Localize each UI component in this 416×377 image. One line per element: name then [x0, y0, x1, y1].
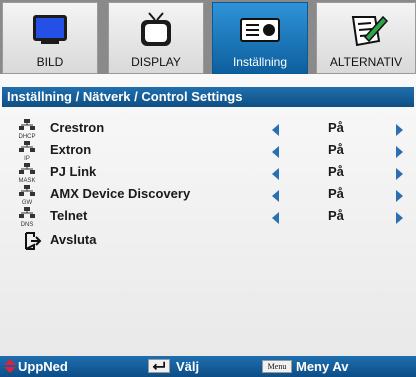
left-arrow-icon[interactable] — [272, 168, 279, 180]
enter-key-icon — [148, 359, 170, 373]
left-arrow-icon[interactable] — [272, 146, 279, 158]
network-mask-icon: MASK — [18, 163, 36, 184]
left-arrow-icon[interactable] — [272, 212, 279, 224]
menu-row-crestron[interactable]: DHCP Crestron På — [0, 118, 416, 140]
row-value: På — [328, 208, 344, 223]
network-dhcp-icon: DHCP — [18, 119, 36, 140]
tab-label: BILD — [36, 55, 64, 69]
left-arrow-icon[interactable] — [272, 124, 279, 136]
svg-text:DNS: DNS — [21, 222, 34, 228]
tab-display[interactable]: DISPLAY — [108, 2, 204, 74]
tab-bild[interactable]: BILD — [2, 2, 98, 74]
projector-icon — [240, 18, 280, 42]
tab-label: ALTERNATIV — [329, 55, 403, 69]
row-value: På — [328, 142, 344, 157]
navigate-hint: UppNed — [18, 359, 68, 374]
menu-key-icon: Menu — [262, 360, 292, 373]
up-down-icon — [4, 359, 16, 373]
menu-row-amx-device-discovery[interactable]: GW AMX Device Discovery På — [0, 184, 416, 206]
exit-icon — [25, 232, 42, 250]
exit-label: Avsluta — [50, 232, 97, 247]
tab-label: DISPLAY — [131, 55, 181, 69]
monitor-icon — [33, 15, 67, 44]
network-ip-icon: IP — [19, 141, 35, 162]
tab-installning[interactable]: Inställning — [212, 2, 308, 74]
menu-off-hint: Meny Av — [296, 359, 349, 374]
left-arrow-icon[interactable] — [272, 190, 279, 202]
menu-row-pjlink[interactable]: MASK PJ Link På — [0, 162, 416, 184]
network-dns-icon: DNS — [19, 207, 35, 228]
right-arrow-icon[interactable] — [396, 124, 403, 136]
row-label: Telnet — [50, 208, 88, 223]
tv-icon — [141, 12, 171, 46]
menu-row-exit[interactable]: Avsluta — [0, 230, 416, 252]
network-gw-icon: GW — [19, 185, 35, 206]
row-value: På — [328, 186, 344, 201]
right-arrow-icon[interactable] — [396, 168, 403, 180]
row-label: PJ Link — [50, 164, 97, 179]
row-value: På — [328, 164, 344, 179]
tab-bar: BILD DISPLAY Inställning ALTERNATIV — [0, 0, 416, 74]
right-arrow-icon[interactable] — [396, 190, 403, 202]
tab-label: Inställning — [232, 55, 288, 69]
select-hint: Välj — [176, 359, 200, 374]
right-arrow-icon[interactable] — [396, 212, 403, 224]
footer-hint-bar: UppNed Välj Menu Meny Av — [0, 356, 416, 377]
tab-alternativ[interactable]: ALTERNATIV — [316, 2, 416, 74]
menu-row-extron[interactable]: IP Extron På — [0, 140, 416, 162]
row-value: På — [328, 120, 344, 135]
menu-row-telnet[interactable]: DNS Telnet På — [0, 206, 416, 228]
row-label: AMX Device Discovery — [50, 186, 191, 201]
row-label: Extron — [50, 142, 92, 157]
right-arrow-icon[interactable] — [396, 146, 403, 158]
row-label: Crestron — [50, 120, 105, 135]
notepad-pen-icon — [351, 15, 389, 47]
breadcrumb: Inställning / Nätverk / Control Settings — [2, 87, 414, 107]
